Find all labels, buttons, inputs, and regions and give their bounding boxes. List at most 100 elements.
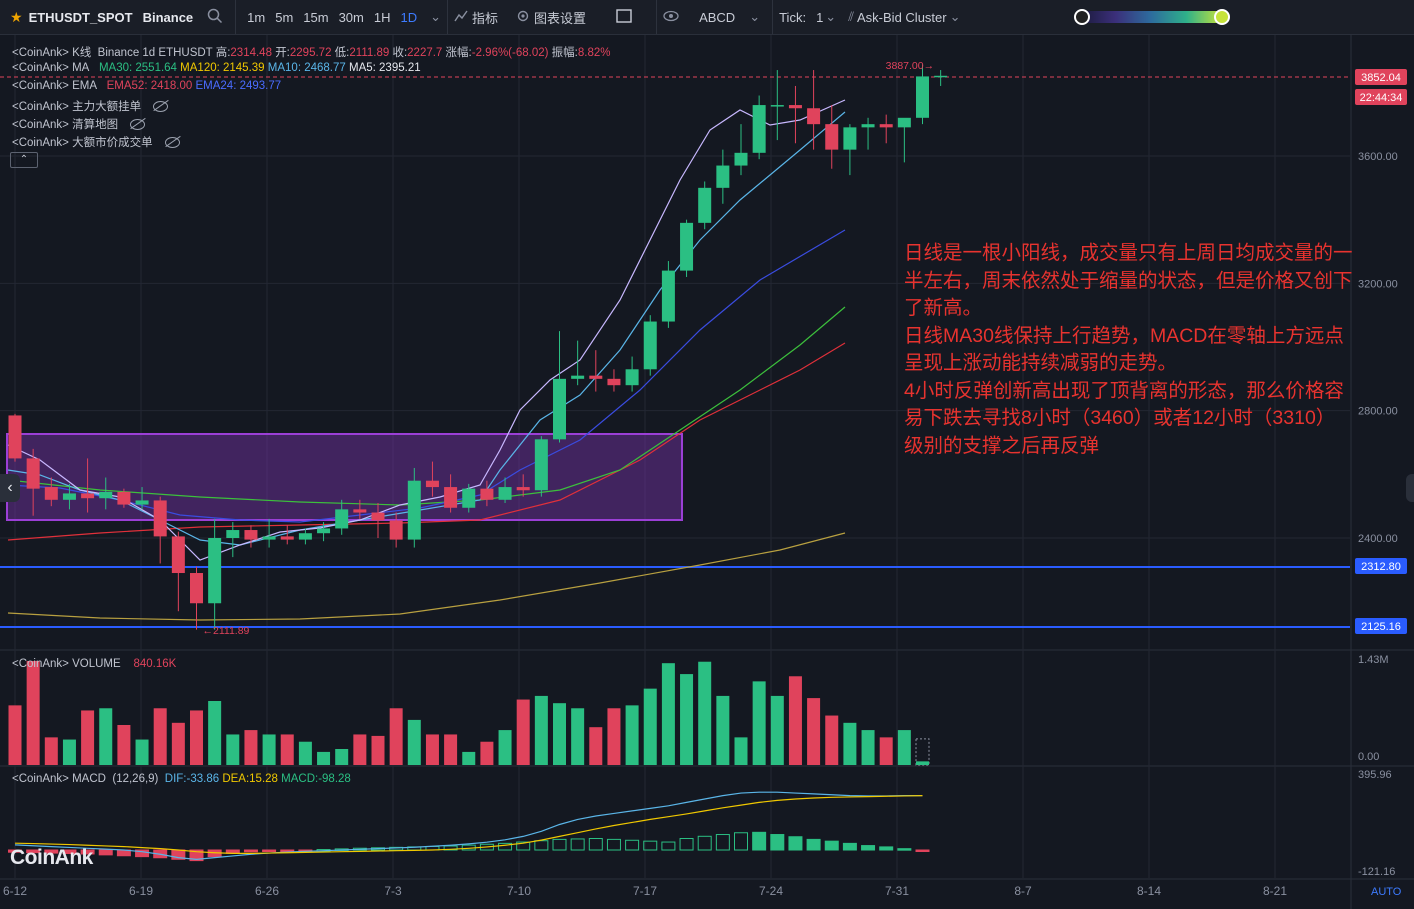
- slider-handle-right[interactable]: [1214, 9, 1230, 25]
- ema52-value: EMA52: 2418.00: [106, 80, 193, 92]
- macd-histogram-bar: [897, 848, 912, 851]
- candle-body: [807, 108, 821, 125]
- date-tick-label: 8-14: [1137, 884, 1161, 898]
- slider-handle-left[interactable]: [1074, 9, 1090, 25]
- volume-bar: [62, 739, 76, 765]
- chevron-down-icon: ⌄: [825, 9, 837, 24]
- candle-body: [407, 480, 421, 540]
- cluster-label: Ask-Bid Cluster: [857, 9, 947, 25]
- candle-body: [26, 458, 40, 489]
- kline-high: 2314.48: [230, 47, 272, 59]
- macd-axis-min: -121.16: [1358, 866, 1395, 878]
- volume-bar: [208, 701, 222, 765]
- ma120-value: MA120: 2145.39: [180, 62, 265, 74]
- timeframe-1h[interactable]: 1H: [374, 10, 391, 25]
- candle-body: [843, 127, 857, 150]
- kline-high-label: 高:: [215, 47, 231, 59]
- cluster-selector[interactable]: ⫽ Ask-Bid Cluster ⌄: [842, 0, 966, 34]
- macd-value: MACD:-98.28: [281, 773, 351, 785]
- kline-change: -2.96%(-68.02): [471, 47, 549, 59]
- kline-amp-label: 振幅:: [551, 47, 578, 59]
- volume-bar: [788, 676, 802, 765]
- timeframe-15m[interactable]: 15m: [303, 10, 328, 25]
- indicators-label: 指标: [472, 10, 499, 26]
- volume-bar: [916, 761, 929, 765]
- eye-off-icon[interactable]: [153, 101, 169, 113]
- kline-close: 2227.7: [407, 47, 443, 59]
- candle-body: [298, 533, 312, 540]
- timeframe-1m[interactable]: 1m: [247, 10, 265, 25]
- candle-body: [280, 536, 294, 540]
- liq-legend[interactable]: <CoinAnk> 清算地图: [12, 116, 146, 132]
- chart-settings-button[interactable]: 图表设置: [510, 0, 592, 34]
- kline-amp: 8.82%: [577, 47, 611, 59]
- symbol-selector[interactable]: ★ ETHUSDT_SPOT Binance: [0, 0, 229, 34]
- timeframe-5m[interactable]: 5m: [275, 10, 293, 25]
- candle-body: [117, 491, 131, 505]
- collapse-legend-button[interactable]: ⌃: [10, 152, 38, 168]
- eye-off-icon[interactable]: [164, 137, 180, 149]
- date-tick-label: 7-17: [633, 884, 657, 898]
- volume-bar: [171, 722, 185, 765]
- macd-histogram-bar: [98, 849, 113, 856]
- heatmap-gradient-slider[interactable]: [1080, 11, 1222, 23]
- symbol-name: ETHUSDT_SPOT: [28, 9, 133, 25]
- fullscreen-button[interactable]: [610, 0, 638, 34]
- volume-bar: [262, 734, 276, 765]
- candle-body: [171, 536, 185, 574]
- search-icon[interactable]: [207, 8, 223, 27]
- volume-bar: [770, 695, 784, 765]
- timeframe-30m[interactable]: 30m: [339, 10, 364, 25]
- star-icon[interactable]: ★: [10, 9, 23, 26]
- volume-bar: [298, 741, 312, 765]
- volume-bar: [99, 708, 113, 765]
- volume-bar: [716, 695, 730, 765]
- candle-body: [480, 488, 494, 500]
- timeframe-1d[interactable]: 1D: [401, 10, 418, 25]
- candle-body: [262, 536, 276, 540]
- analysis-annotation: 日线是一根小阳线，成交量只有上周日均成交量的一半左右，周末依然处于缩量的状态，但…: [904, 240, 1354, 460]
- macd-histogram-bar: [243, 849, 258, 853]
- kline-legend-source: Binance 1d ETHUSDT: [97, 47, 213, 59]
- macd-dea: DEA:15.28: [222, 773, 278, 785]
- tick-selector[interactable]: Tick: 1 ⌄: [772, 0, 842, 34]
- bigtrades-legend[interactable]: <CoinAnk> 大额市价成交单: [12, 134, 180, 150]
- candle-body: [190, 573, 203, 604]
- kline-legend-prefix: <CoinAnk> K线: [12, 47, 92, 59]
- price-tick-label: 2400.00: [1358, 533, 1398, 545]
- abcd-selector[interactable]: ABCD ⌄: [693, 0, 766, 34]
- candle-body: [934, 75, 948, 78]
- candle-body: [462, 488, 476, 508]
- volume-bar: [825, 715, 839, 765]
- volume-bar: [117, 725, 131, 765]
- candle-body: [498, 487, 512, 500]
- indicators-button[interactable]: 指标: [447, 0, 504, 34]
- eye-off-icon[interactable]: [130, 119, 146, 131]
- price-tick-label: 3200.00: [1358, 278, 1398, 290]
- chevron-down-icon[interactable]: ⌄: [430, 9, 441, 25]
- volume-bar: [244, 730, 258, 765]
- volume-bar: [879, 737, 893, 765]
- ema24-value: EMA24: 2493.77: [195, 80, 282, 92]
- orders-legend[interactable]: <CoinAnk> 主力大额挂单: [12, 98, 169, 114]
- visibility-button[interactable]: [656, 0, 685, 34]
- right-panel-handle[interactable]: [1406, 474, 1414, 502]
- volume-bar: [81, 710, 95, 765]
- candle-body: [44, 487, 58, 500]
- volume-bar: [26, 661, 40, 765]
- ma-legend: <CoinAnk> MA MA30: 2551.64 MA120: 2145.3…: [12, 62, 421, 74]
- countdown-badge: 22:44:34: [1360, 92, 1403, 104]
- volume-bar: [607, 708, 621, 765]
- volume-bar: [444, 734, 458, 765]
- candle-body: [661, 270, 675, 322]
- macd-histogram-bar: [752, 831, 767, 851]
- auto-scale-button[interactable]: AUTO: [1371, 886, 1401, 898]
- volume-bar: [625, 705, 639, 765]
- kline-open-label: 开:: [275, 47, 290, 59]
- candle-body: [770, 105, 784, 107]
- indicator-icon: [454, 10, 468, 25]
- volume-bar: [843, 722, 857, 765]
- volume-bar: [643, 688, 657, 765]
- chevron-left-icon[interactable]: ‹: [0, 474, 20, 502]
- candle-body: [425, 480, 439, 488]
